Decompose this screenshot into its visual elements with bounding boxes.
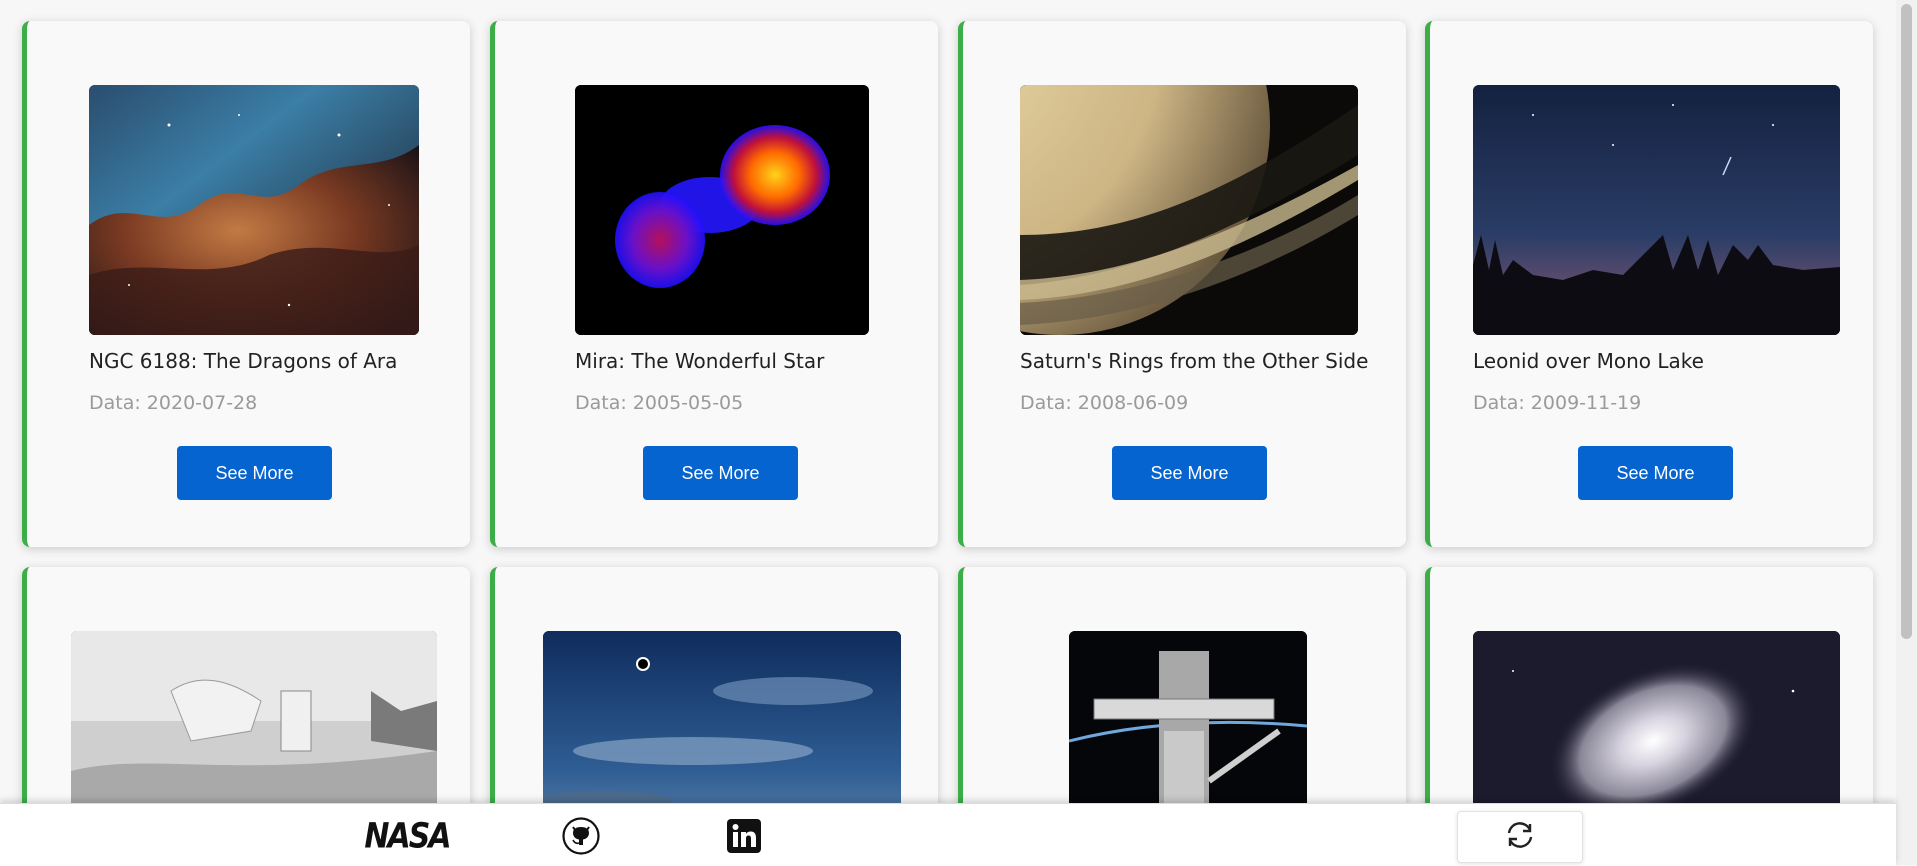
apod-card-grid: NGC 6188: The Dragons of Ara Data: 2020-… (0, 0, 1896, 865)
scrollbar-thumb[interactable] (1901, 4, 1912, 639)
apod-card: Leonid over Mono Lake Data: 2009-11-19 S… (1425, 21, 1873, 547)
refresh-button[interactable] (1457, 811, 1583, 863)
see-more-button[interactable]: See More (643, 446, 798, 500)
see-more-button[interactable]: See More (1578, 446, 1733, 500)
page-scrollbar[interactable] (1896, 0, 1917, 865)
see-more-button[interactable]: See More (1112, 446, 1267, 500)
see-more-button[interactable]: See More (177, 446, 332, 500)
refresh-icon (1504, 821, 1536, 853)
card-date: Data: 2005-05-05 (575, 392, 744, 414)
card-date: Data: 2008-06-09 (1020, 392, 1189, 414)
apod-card: Saturn's Rings from the Other Side Data:… (958, 21, 1406, 547)
card-date: Data: 2020-07-28 (89, 392, 258, 414)
nebula-image[interactable] (89, 85, 419, 335)
github-icon[interactable] (561, 817, 601, 855)
card-title: NGC 6188: The Dragons of Ara (89, 349, 398, 373)
saturn-rings-image[interactable] (1020, 85, 1358, 335)
apod-card: Mira: The Wonderful Star Data: 2005-05-0… (490, 21, 938, 547)
mira-star-image[interactable] (575, 85, 869, 335)
mono-lake-image[interactable] (1473, 85, 1840, 335)
card-date: Data: 2009-11-19 (1473, 392, 1642, 414)
card-title: Leonid over Mono Lake (1473, 349, 1704, 373)
nasa-logo-text: NASA (364, 815, 451, 857)
nasa-logo-icon[interactable]: NASA (364, 816, 451, 856)
footer-bar: NASA (0, 803, 1896, 866)
apod-card: NGC 6188: The Dragons of Ara Data: 2020-… (22, 21, 470, 547)
card-title: Saturn's Rings from the Other Side (1020, 349, 1369, 373)
card-title: Mira: The Wonderful Star (575, 349, 825, 373)
linkedin-icon[interactable] (727, 818, 761, 854)
